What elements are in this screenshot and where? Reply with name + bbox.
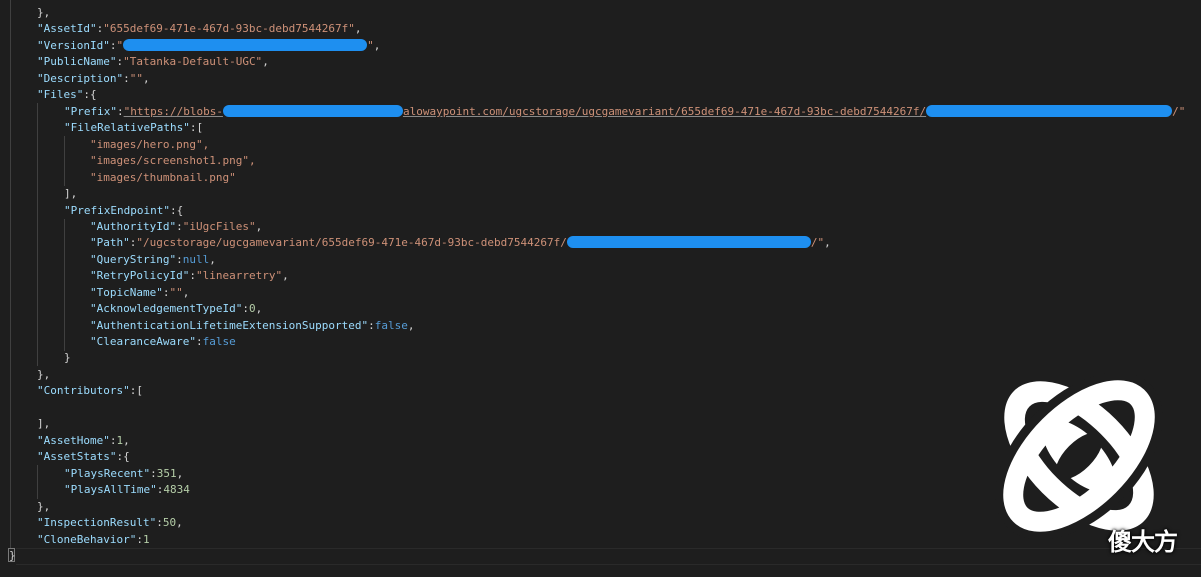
- code-line: "InspectionResult":50,: [37, 516, 183, 529]
- json-string: "images/screenshot1.png",: [90, 154, 256, 167]
- code-line: "images/hero.png",: [90, 137, 209, 153]
- halo-waypoint-logo-icon: [995, 372, 1163, 540]
- json-string: "linearretry": [195, 269, 283, 282]
- code-line: "AssetId":"655def69-471e-467d-93bc-debd7…: [37, 22, 362, 35]
- code-line: "AssetStats":{: [37, 450, 130, 463]
- json-boolean: false: [202, 335, 236, 348]
- code-line: "Description":"",: [37, 72, 150, 85]
- json-key: "QueryString": [90, 253, 177, 266]
- code-line: }: [9, 549, 16, 562]
- code-line: "AssetHome":1,: [37, 434, 130, 447]
- redaction-mark: [222, 105, 403, 117]
- json-number: 50: [162, 516, 177, 529]
- json-string: "/ugcstorage/ugcgamevariant/655def69-471…: [136, 236, 567, 249]
- indent-guide: [64, 219, 65, 351]
- json-string: "": [169, 286, 183, 299]
- json-key: "FileRelativePaths": [64, 121, 190, 134]
- code-line: "QueryString":null,: [90, 253, 216, 266]
- json-number: 1: [142, 533, 150, 546]
- json-string: "": [129, 72, 143, 85]
- json-key: "Path": [90, 236, 130, 249]
- json-key: "VersionId": [37, 39, 110, 52]
- json-key: "Description": [37, 72, 124, 85]
- json-number: 351: [156, 467, 177, 480]
- json-string: "iUgcFiles": [182, 220, 256, 233]
- indent-guide: [37, 465, 38, 499]
- code-line: "Contributors":[: [37, 384, 143, 397]
- json-key: "PrefixEndpoint": [64, 204, 170, 217]
- json-key: "InspectionResult": [37, 516, 157, 529]
- code-line: "RetryPolicyId":"linearretry",: [90, 269, 289, 282]
- json-number: 4834: [163, 483, 190, 496]
- code-line: "PublicName":"Tatanka-Default-UGC",: [37, 55, 269, 68]
- redaction-mark: [926, 105, 1173, 117]
- code-line: ],: [64, 187, 78, 200]
- json-key: "CloneBehavior": [37, 533, 137, 546]
- json-key: "Contributors": [37, 384, 130, 397]
- json-key: "ClearanceAware": [90, 335, 196, 348]
- url-link[interactable]: alowaypoint.com/ugcstorage/ugcgamevarian…: [403, 105, 926, 118]
- json-boolean: false: [374, 319, 408, 332]
- code-line: "Files":{: [37, 88, 97, 101]
- code-line: "AcknowledgementTypeId":0,: [90, 302, 263, 315]
- url-link[interactable]: "https://blobs-: [124, 105, 223, 118]
- watermark-text: 傻大方: [1108, 528, 1178, 556]
- code-line: ],: [37, 417, 51, 430]
- json-null: null: [182, 253, 210, 266]
- json-string: "655def69-471e-467d-93bc-debd7544267f": [103, 22, 355, 35]
- json-string: "images/thumbnail.png": [90, 171, 236, 184]
- code-line: "images/thumbnail.png": [90, 170, 236, 186]
- json-key: "AuthenticationLifetimeExtensionSupporte…: [90, 319, 369, 332]
- indent-guide: [37, 103, 38, 366]
- redaction-mark: [123, 39, 368, 51]
- json-key: "Prefix": [64, 105, 117, 118]
- code-line: "ClearanceAware":false: [90, 335, 236, 348]
- code-line: }: [64, 351, 71, 364]
- code-line: },: [37, 500, 51, 513]
- code-line: "Path":"/ugcstorage/ugcgamevariant/655de…: [90, 236, 831, 249]
- punctuation: },: [37, 6, 51, 19]
- code-line: },: [37, 368, 51, 381]
- code-line: "VersionId":" ",: [37, 39, 381, 52]
- json-key: "AssetStats": [37, 450, 117, 463]
- json-key: "RetryPolicyId": [90, 269, 190, 282]
- code-line: "CloneBehavior":1: [37, 533, 150, 546]
- json-key: "AssetHome": [37, 434, 110, 447]
- json-key: "AuthorityId": [90, 220, 177, 233]
- code-line: "PrefixEndpoint":{: [64, 204, 184, 217]
- indent-guide: [10, 0, 11, 548]
- json-key: "PublicName": [37, 55, 117, 68]
- code-line: },: [37, 5, 50, 21]
- indent-guide: [64, 136, 65, 186]
- json-key: "Files": [37, 88, 84, 101]
- code-line: "Prefix":"https://blobs-alowaypoint.com/…: [64, 105, 1186, 118]
- code-editor[interactable]: }, "AssetId":"655def69-471e-467d-93bc-de…: [0, 0, 1201, 577]
- json-string: "images/hero.png",: [90, 138, 210, 151]
- code-line: "PlaysRecent":351,: [64, 467, 184, 480]
- current-line-highlight: [16, 548, 1201, 565]
- code-line: "images/screenshot1.png",: [90, 153, 256, 169]
- json-key: "PlaysRecent": [64, 467, 151, 480]
- json-key: "PlaysAllTime": [64, 483, 157, 496]
- code-line: "AuthorityId":"iUgcFiles",: [90, 220, 263, 233]
- redaction-mark: [566, 236, 811, 248]
- json-string: "Tatanka-Default-UGC": [123, 55, 263, 68]
- json-number: 0: [248, 302, 256, 315]
- code-line: "FileRelativePaths":[: [64, 121, 204, 134]
- code-line: "AuthenticationLifetimeExtensionSupporte…: [90, 319, 415, 332]
- json-key: "AcknowledgementTypeId": [90, 302, 243, 315]
- json-string: ": [116, 39, 124, 52]
- json-key: "AssetId": [37, 22, 97, 35]
- code-line: "TopicName":"",: [90, 286, 190, 299]
- code-line: "PlaysAllTime":4834: [64, 483, 190, 496]
- json-key: "TopicName": [90, 286, 163, 299]
